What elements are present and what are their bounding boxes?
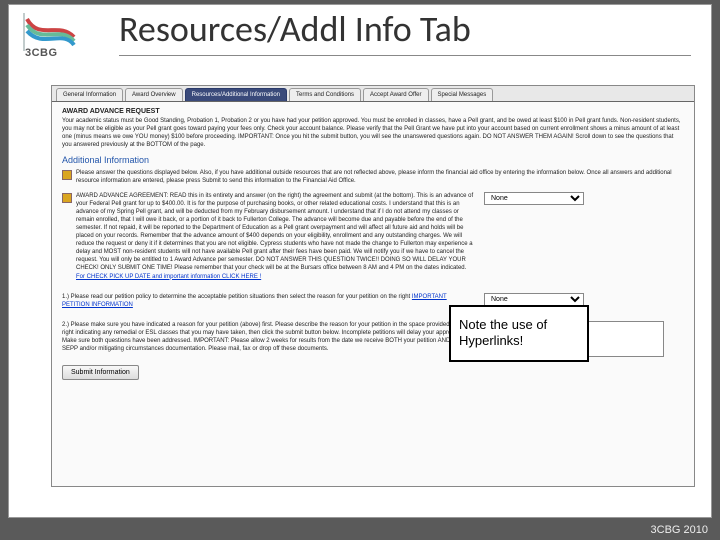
tab-panel: AWARD ADVANCE REQUEST Your academic stat… [52, 102, 694, 386]
tab-terms-and-conditions[interactable]: Terms and Conditions [289, 88, 361, 101]
annotation-callout: Note the use of Hyperlinks! [449, 305, 589, 362]
tab-special-messages[interactable]: Special Messages [431, 88, 494, 101]
screenshot-panel: General Information Award Overview Resou… [51, 85, 695, 487]
check-pickup-link[interactable]: For CHECK PICK UP DATE and important inf… [76, 274, 261, 280]
agreement-row: AWARD ADVANCE AGREEMENT: READ this in it… [62, 192, 684, 287]
petition-reason-select[interactable]: None [484, 293, 584, 306]
tab-award-overview[interactable]: Award Overview [125, 88, 183, 101]
page-title: Resources/Addl Info Tab [119, 7, 691, 56]
callout-line-1: Note the use of [459, 317, 579, 333]
additional-info-heading: Additional Information [62, 155, 684, 165]
submit-button[interactable]: Submit Information [62, 365, 139, 380]
bullet-icon [62, 193, 72, 203]
additional-info-intro-row: Please answer the questions displayed be… [62, 169, 684, 185]
award-request-heading: AWARD ADVANCE REQUEST [62, 108, 684, 115]
agreement-select[interactable]: None [484, 192, 584, 205]
award-request-body: Your academic status must be Good Standi… [62, 117, 684, 149]
logo-swoosh-icon [19, 11, 79, 51]
question-2-row: 2.) Please make sure you have indicated … [62, 321, 684, 359]
tab-general-information[interactable]: General Information [56, 88, 123, 101]
callout-line-2: Hyperlinks! [459, 333, 579, 349]
additional-info-intro: Please answer the questions displayed be… [76, 169, 684, 185]
tab-accept-award-offer[interactable]: Accept Award Offer [363, 88, 428, 101]
tab-resources-additional-information[interactable]: Resources/Additional Information [185, 88, 287, 101]
question-1-row: 1.) Please read our petition policy to d… [62, 293, 684, 315]
tab-bar: General Information Award Overview Resou… [52, 86, 694, 102]
logo: 3CBG [19, 11, 109, 71]
question-1-text: 1.) Please read our petition policy to d… [62, 294, 412, 300]
slide-frame: 3CBG Resources/Addl Info Tab General Inf… [8, 4, 712, 518]
bullet-icon [62, 170, 72, 180]
question-2-text: 2.) Please make sure you have indicated … [62, 321, 474, 353]
agreement-text: AWARD ADVANCE AGREEMENT: READ this in it… [76, 193, 473, 272]
footer-watermark: 3CBG 2010 [651, 524, 708, 536]
